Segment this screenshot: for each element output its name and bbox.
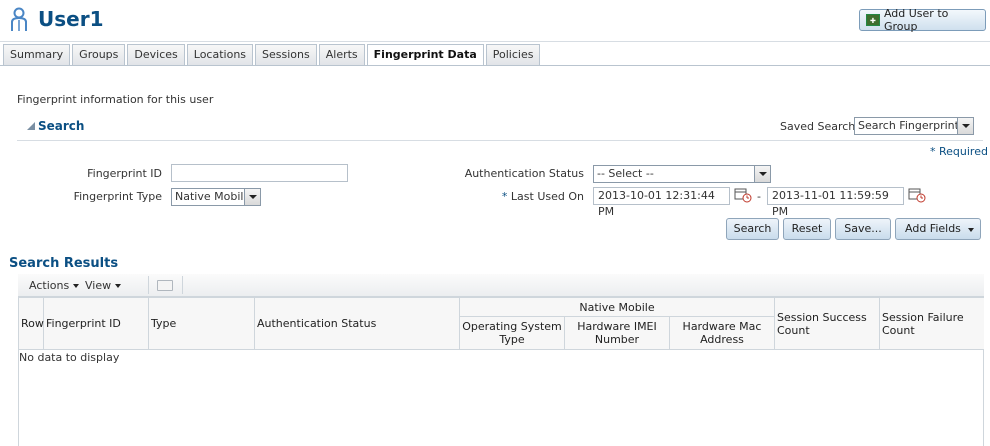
- col-header-success-count[interactable]: Session Success Count: [775, 298, 880, 350]
- actions-menu[interactable]: Actions: [29, 279, 80, 292]
- chevron-down-icon[interactable]: [957, 118, 973, 134]
- group-add-icon: ✚: [866, 14, 880, 26]
- user-icon: [11, 7, 27, 31]
- search-button[interactable]: Search: [726, 218, 779, 240]
- tab-groups[interactable]: Groups: [72, 44, 126, 65]
- search-results-title: Search Results: [9, 256, 119, 271]
- auth-status-select[interactable]: -- Select --: [593, 165, 771, 183]
- saved-search-value: Search Fingerprints: [858, 119, 965, 132]
- required-label: Required: [939, 145, 988, 158]
- col-group-native-mobile: Native Mobile: [460, 298, 775, 317]
- required-star: *: [501, 190, 511, 203]
- tab-fingerprint-data[interactable]: Fingerprint Data: [366, 44, 484, 66]
- required-note: * Required: [930, 145, 988, 158]
- tab-devices[interactable]: Devices: [127, 44, 185, 65]
- fingerprint-id-label: Fingerprint ID: [87, 167, 162, 180]
- fingerprint-id-input[interactable]: [171, 164, 348, 182]
- toolbar-separator: [148, 276, 149, 294]
- page-title: User1: [38, 7, 104, 31]
- tab-summary[interactable]: Summary: [3, 44, 71, 65]
- chevron-down-icon[interactable]: [244, 189, 260, 205]
- toolbar-separator: [182, 276, 183, 294]
- actions-menu-label: Actions: [29, 279, 70, 292]
- tab-alerts[interactable]: Alerts: [318, 44, 365, 65]
- chevron-down-icon[interactable]: [754, 166, 770, 182]
- folder-icon[interactable]: [157, 280, 173, 291]
- add-user-to-group-button[interactable]: ✚ Add User to Group: [859, 7, 986, 33]
- last-used-to-input[interactable]: 2013-11-01 11:59:59 PM: [767, 187, 904, 218]
- fingerprint-type-value: Native Mobile: [175, 190, 251, 203]
- last-used-from-input[interactable]: 2013-10-01 12:31:44 PM: [593, 187, 730, 218]
- add-user-to-group-label: Add User to Group: [883, 7, 949, 33]
- caret-down-icon: [968, 228, 974, 232]
- tab-bar: Summary Groups Devices Locations Session…: [3, 44, 541, 66]
- col-header-row[interactable]: Row: [19, 298, 44, 350]
- search-section-toggle[interactable]: Search: [27, 119, 84, 133]
- search-section-title: Search: [38, 119, 85, 133]
- collapse-triangle-icon: [27, 122, 35, 130]
- last-used-on-label-text: Last Used On: [510, 190, 584, 203]
- caret-down-icon: [115, 283, 122, 288]
- results-table: Row Fingerprint ID Type Authentication S…: [18, 297, 984, 446]
- caret-down-icon: [73, 283, 80, 288]
- view-menu[interactable]: View: [85, 279, 122, 292]
- fingerprint-type-label: Fingerprint Type: [73, 190, 162, 203]
- tab-locations[interactable]: Locations: [186, 44, 254, 65]
- calendar-icon[interactable]: [908, 187, 926, 203]
- add-fields-label: Add Fields: [905, 222, 961, 235]
- fingerprint-info-text: Fingerprint information for this user: [17, 93, 214, 106]
- col-header-fingerprint-id[interactable]: Fingerprint ID: [44, 298, 149, 350]
- results-toolbar: Actions View: [18, 274, 984, 297]
- search-divider: [17, 140, 983, 141]
- view-menu-label: View: [85, 279, 112, 292]
- auth-status-label: Authentication Status: [464, 167, 584, 180]
- header-divider: [0, 41, 990, 42]
- add-fields-button[interactable]: Add Fields: [895, 218, 981, 240]
- date-range-separator: -: [757, 190, 761, 203]
- tab-policies[interactable]: Policies: [485, 44, 541, 65]
- saved-search-select[interactable]: Search Fingerprints: [854, 117, 974, 135]
- auth-status-value: -- Select --: [597, 167, 654, 180]
- tab-underline: [0, 65, 990, 66]
- col-header-os-type[interactable]: Operating System Type: [460, 317, 565, 350]
- saved-search-label: Saved Search: [780, 120, 856, 133]
- fingerprint-type-select[interactable]: Native Mobile: [171, 188, 261, 206]
- col-header-mac[interactable]: Hardware Mac Address: [670, 317, 775, 350]
- col-header-failure-count[interactable]: Session Failure Count: [880, 298, 984, 350]
- col-header-type[interactable]: Type: [149, 298, 255, 350]
- page-header: User1 ✚ Add User to Group: [0, 0, 990, 42]
- required-star: *: [930, 145, 939, 158]
- reset-button[interactable]: Reset: [783, 218, 831, 240]
- calendar-icon[interactable]: [734, 187, 752, 203]
- save-button[interactable]: Save...: [835, 218, 891, 240]
- col-header-imei[interactable]: Hardware IMEI Number: [565, 317, 670, 350]
- no-data-text: No data to display: [19, 351, 120, 364]
- tab-sessions[interactable]: Sessions: [255, 44, 317, 65]
- last-used-on-label: * Last Used On: [440, 190, 584, 203]
- col-header-auth-status[interactable]: Authentication Status: [255, 298, 460, 350]
